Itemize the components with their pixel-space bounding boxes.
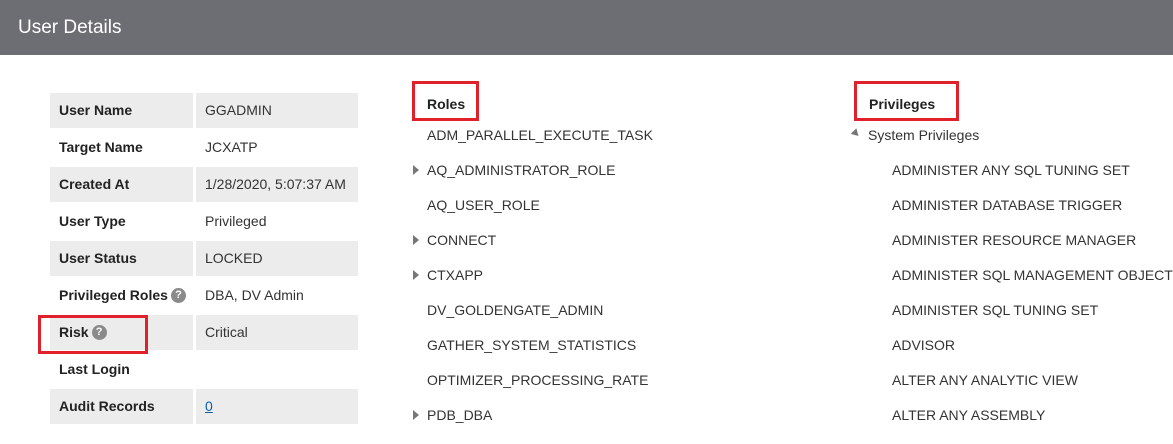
detail-row-created-at: Created At 1/28/2020, 5:07:37 AM (50, 167, 358, 202)
detail-row-user-type: User Type Privileged (50, 204, 358, 239)
detail-label: Last Login (59, 361, 130, 377)
detail-value-cell: 0 (196, 389, 358, 424)
role-item[interactable]: OPTIMIZER_PROCESSING_RATE (427, 370, 648, 390)
role-item[interactable]: AQ_ADMINISTRATOR_ROLE (427, 160, 616, 180)
detail-label: User Status (50, 241, 193, 276)
detail-label: Audit Records (50, 389, 193, 424)
role-item[interactable]: PDB_DBA (427, 405, 492, 425)
detail-value: LOCKED (196, 241, 358, 276)
detail-value: DBA, DV Admin (205, 287, 304, 303)
detail-row-audit-records: Audit Records 0 (50, 389, 358, 424)
detail-label: User Type (59, 213, 126, 229)
detail-label: User Name (50, 93, 193, 128)
role-item[interactable]: DV_GOLDENGATE_ADMIN (427, 300, 603, 320)
privilege-item[interactable]: ADMINISTER SQL MANAGEMENT OBJECT (892, 265, 1173, 285)
detail-row-user-status: User Status LOCKED (50, 241, 358, 276)
privilege-item[interactable]: ADMINISTER DATABASE TRIGGER (892, 195, 1122, 215)
detail-label-with-help: Privileged Roles? (50, 278, 193, 313)
privilege-item[interactable]: ALTER ANY ANALYTIC VIEW (892, 370, 1078, 390)
role-item[interactable]: GATHER_SYSTEM_STATISTICS (427, 335, 636, 355)
detail-value: Critical (196, 315, 358, 350)
detail-label: Created At (50, 167, 193, 202)
detail-value: 1/28/2020, 5:07:37 AM (196, 167, 358, 202)
audit-records-link[interactable]: 0 (205, 398, 213, 414)
page-title: User Details (18, 17, 122, 38)
detail-row-last-login: Last Login (50, 352, 358, 387)
privilege-item[interactable]: ALTER ANY ASSEMBLY (892, 405, 1045, 425)
privilege-item[interactable]: ADVISOR (892, 335, 955, 355)
privilege-item[interactable]: ADMINISTER SQL TUNING SET (892, 300, 1098, 320)
highlight-box-risk (38, 315, 148, 354)
expand-icon[interactable] (413, 270, 419, 280)
detail-label: Target Name (59, 139, 143, 155)
detail-value: JCXATP (205, 139, 258, 155)
detail-value (196, 352, 358, 387)
privilege-item[interactable]: ADMINISTER RESOURCE MANAGER (892, 230, 1136, 250)
detail-label: Privileged Roles (59, 287, 168, 303)
page-header: User Details (0, 0, 1173, 55)
role-item[interactable]: CTXAPP (427, 265, 483, 285)
detail-row-privileged-roles: Privileged Roles? DBA, DV Admin (50, 278, 358, 313)
role-item[interactable]: ADM_PARALLEL_EXECUTE_TASK (427, 125, 653, 145)
detail-value: GGADMIN (196, 93, 358, 128)
collapse-icon[interactable] (850, 128, 862, 139)
detail-value: Privileged (205, 213, 267, 229)
highlight-box-roles (412, 81, 479, 121)
privilege-group-system[interactable]: System Privileges (868, 125, 979, 145)
detail-row-user-name: User Name GGADMIN (50, 93, 358, 128)
privilege-item[interactable]: ADMINISTER ANY SQL TUNING SET (892, 160, 1130, 180)
detail-row-target-name: Target Name JCXATP (50, 130, 358, 165)
role-item[interactable]: AQ_USER_ROLE (427, 195, 540, 215)
expand-icon[interactable] (413, 235, 419, 245)
expand-icon[interactable] (413, 165, 419, 175)
role-item[interactable]: CONNECT (427, 230, 496, 250)
highlight-box-privileges (854, 81, 959, 121)
help-icon[interactable]: ? (170, 287, 186, 303)
expand-icon[interactable] (413, 410, 419, 420)
